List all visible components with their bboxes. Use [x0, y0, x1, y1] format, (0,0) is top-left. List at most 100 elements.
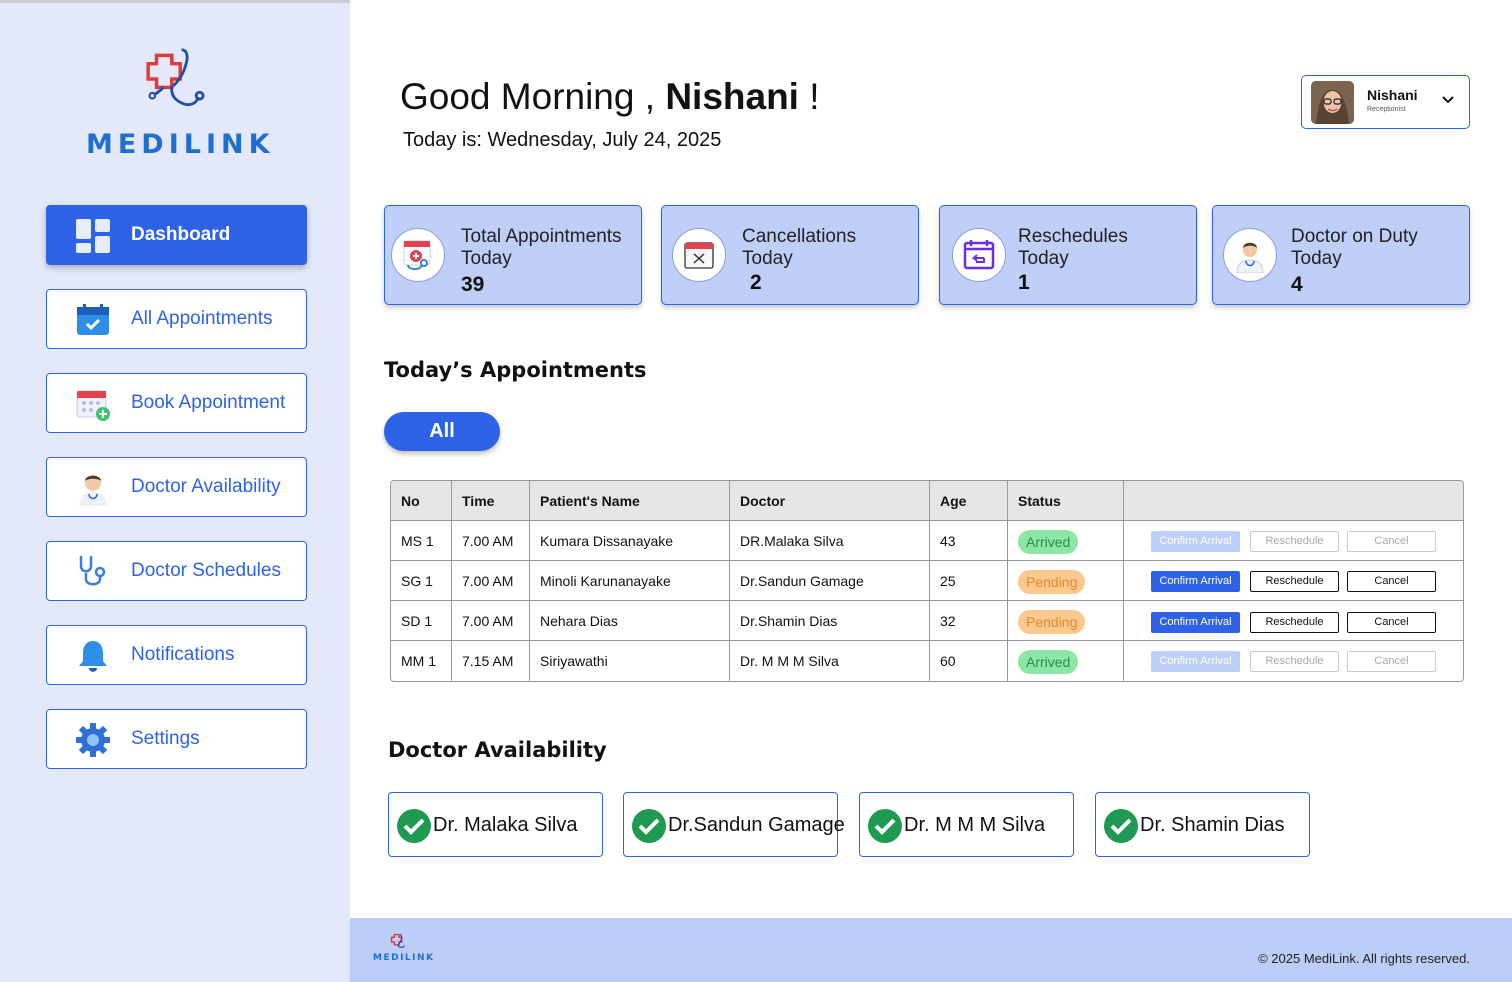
footer: MEDILINK © 2025 MediLink. All rights res…: [350, 918, 1512, 982]
cell-time: 7.00 AM: [452, 561, 530, 601]
stat-label-line1: Cancellations: [742, 226, 857, 247]
stat-card-doctors-on-duty: Doctor on Duty Today 4: [1212, 205, 1470, 305]
sidebar-item-label: Dashboard: [131, 224, 231, 245]
reschedule-button[interactable]: Reschedule: [1250, 612, 1339, 633]
doctor-icon: [1236, 242, 1264, 273]
sidebar-item-all-appointments[interactable]: All Appointments: [46, 289, 307, 349]
stat-value: 2: [750, 271, 762, 294]
greeting-prefix: Good Morning ,: [400, 76, 656, 117]
sidebar-item-notifications[interactable]: Notifications: [46, 625, 307, 685]
cell-age: 32: [930, 601, 1008, 641]
stat-value: 39: [461, 273, 485, 296]
cell-patient: Kumara Dissanayake: [530, 521, 730, 561]
cell-time: 7.15 AM: [452, 641, 530, 681]
stat-card-cancellations: Cancellations Today 2: [661, 205, 919, 305]
gear-icon: [76, 723, 110, 757]
sidebar-item-book-appointment[interactable]: Book Appointment: [46, 373, 307, 433]
column-header: Patient's Name: [530, 481, 730, 521]
check-circle-icon: [868, 809, 902, 843]
cell-no: SG 1: [391, 561, 452, 601]
doctor-availability-card[interactable]: Dr.Sandun Gamage: [623, 792, 845, 857]
cell-age: 43: [930, 521, 1008, 561]
confirm-arrival-button[interactable]: Confirm Arrival: [1151, 571, 1240, 592]
cell-actions: Confirm Arrival Reschedule Cancel: [1124, 521, 1463, 561]
cell-time: 7.00 AM: [452, 601, 530, 641]
check-circle-icon: [632, 809, 666, 843]
cancel-button[interactable]: Cancel: [1347, 571, 1436, 592]
doctor-availability-card[interactable]: Dr. M M M Silva: [859, 792, 1074, 857]
calendar-cancel-icon: [684, 242, 714, 269]
stat-icon-circle: [391, 228, 445, 282]
cell-status: Arrived: [1008, 641, 1124, 681]
stat-label-line1: Doctor on Duty: [1291, 226, 1418, 247]
appointments-table: No Time Patient's Name Doctor Age Status…: [390, 480, 1464, 682]
sidebar-item-label: All Appointments: [131, 308, 273, 329]
cell-age: 60: [930, 641, 1008, 681]
cell-patient: Nehara Dias: [530, 601, 730, 641]
sidebar-item-label: Doctor Availability: [131, 476, 281, 497]
cancel-button[interactable]: Cancel: [1347, 651, 1436, 672]
footer-brand-name: MEDILINK: [373, 953, 435, 963]
stat-label-line2: Today: [742, 248, 793, 269]
cell-no: SD 1: [391, 601, 452, 641]
doctor-name: Dr.Sandun Gamage: [668, 814, 845, 836]
column-header-actions: [1124, 481, 1463, 521]
stat-label-line1: Reschedules: [1018, 226, 1128, 247]
appointment-medical-icon: [403, 240, 431, 271]
column-header: No: [391, 481, 452, 521]
table-row: SG 1 7.00 AM Minoli Karunanayake Dr.Sand…: [391, 561, 1463, 601]
doctor-name: Dr. Shamin Dias: [1140, 814, 1285, 836]
cell-age: 25: [930, 561, 1008, 601]
today-date: Today is: Wednesday, July 24, 2025: [403, 129, 722, 151]
greeting-suffix: !: [809, 76, 820, 117]
greeting-user-name: Nishani: [665, 76, 799, 117]
appointments-section-title: Today’s Appointments: [384, 358, 647, 382]
stat-label-line2: Today: [1018, 248, 1069, 269]
cancel-button[interactable]: Cancel: [1347, 612, 1436, 633]
confirm-arrival-button[interactable]: Confirm Arrival: [1151, 651, 1240, 672]
sidebar-item-label: Notifications: [131, 644, 235, 665]
stat-label: Total Appointments Today: [461, 226, 622, 270]
sidebar-item-doctor-schedules[interactable]: Doctor Schedules: [46, 541, 307, 601]
table-header-row: No Time Patient's Name Doctor Age Status: [391, 481, 1463, 521]
table-row: MS 1 7.00 AM Kumara Dissanayake DR.Malak…: [391, 521, 1463, 561]
cell-actions: Confirm Arrival Reschedule Cancel: [1124, 601, 1463, 641]
calendar-reschedule-icon: [963, 240, 995, 270]
sidebar-item-doctor-availability[interactable]: Doctor Availability: [46, 457, 307, 517]
copyright-text: © 2025 MediLink. All rights reserved.: [1258, 951, 1470, 966]
confirm-arrival-button[interactable]: Confirm Arrival: [1151, 612, 1240, 633]
cell-patient: Minoli Karunanayake: [530, 561, 730, 601]
reschedule-button[interactable]: Reschedule: [1250, 651, 1339, 672]
cell-status: Arrived: [1008, 521, 1124, 561]
column-header: Status: [1008, 481, 1124, 521]
sidebar-item-label: Book Appointment: [131, 392, 286, 413]
profile-menu[interactable]: Nishani Receptionist: [1301, 75, 1470, 129]
doctor-availability-card[interactable]: Dr. Malaka Silva: [388, 792, 603, 857]
stat-label: Cancellations Today: [742, 226, 856, 270]
table-row: MM 1 7.15 AM Siriyawathi Dr. M M M Silva…: [391, 641, 1463, 681]
cell-time: 7.00 AM: [452, 521, 530, 561]
stat-value: 4: [1291, 273, 1303, 296]
cell-patient: Siriyawathi: [530, 641, 730, 681]
greeting-heading: Good Morning , Nishani !: [400, 76, 820, 118]
cell-actions: Confirm Arrival Reschedule Cancel: [1124, 561, 1463, 601]
sidebar-item-dashboard[interactable]: Dashboard: [46, 205, 307, 265]
confirm-arrival-button[interactable]: Confirm Arrival: [1151, 531, 1240, 552]
profile-role: Receptionist: [1367, 106, 1406, 113]
cell-doctor: DR.Malaka Silva: [730, 521, 930, 561]
column-header: Doctor: [730, 481, 930, 521]
calendar-check-icon: [77, 304, 109, 335]
status-badge: Arrived: [1018, 530, 1079, 555]
cancel-button[interactable]: Cancel: [1347, 531, 1436, 552]
stat-icon-circle: [952, 228, 1006, 282]
stat-label: Doctor on Duty Today: [1291, 226, 1418, 270]
doctor-availability-card[interactable]: Dr. Shamin Dias: [1095, 792, 1310, 857]
cell-doctor: Dr. M M M Silva: [730, 641, 930, 681]
filter-all-button[interactable]: All: [384, 412, 500, 451]
reschedule-button[interactable]: Reschedule: [1250, 531, 1339, 552]
reschedule-button[interactable]: Reschedule: [1250, 571, 1339, 592]
chevron-down-icon[interactable]: [1440, 92, 1456, 108]
sidebar-item-settings[interactable]: Settings: [46, 709, 307, 769]
stat-label-line2: Today: [1291, 248, 1342, 269]
stat-icon-circle: [1223, 228, 1277, 282]
